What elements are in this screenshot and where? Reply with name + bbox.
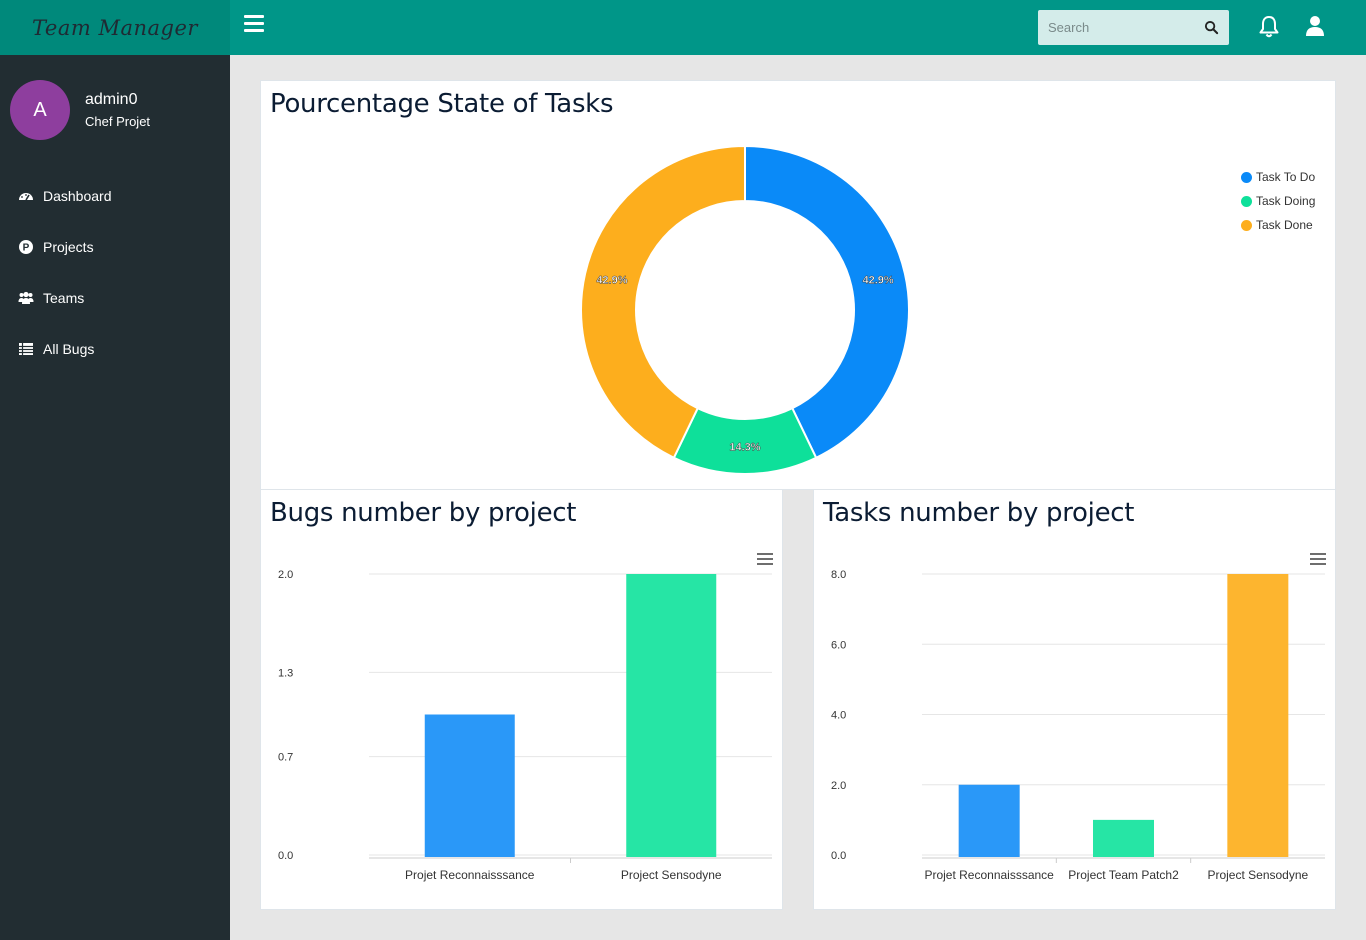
donut-chart: 42.9% 14.3% 42.9% (580, 144, 910, 475)
y-tick-label: 4.0 (831, 710, 846, 722)
legend-item-task-to-do[interactable]: Task To Do (1241, 165, 1315, 189)
x-tick-label: Projet Reconnaisssance (924, 868, 1054, 882)
donut-slice[interactable] (744, 144, 910, 460)
search-input[interactable] (1038, 10, 1198, 45)
donut-slice[interactable] (580, 144, 746, 460)
projects-icon: P (19, 240, 33, 254)
sidebar-item-projects[interactable]: P Projects (0, 227, 230, 267)
bar[interactable] (1227, 574, 1289, 857)
y-tick-label: 2.0 (831, 780, 846, 792)
chart-legend: Task To Do Task Doing Task Done (1241, 165, 1315, 237)
avatar[interactable]: A (10, 80, 70, 140)
x-tick-label: Project Sensodyne (621, 868, 722, 882)
y-tick-label: 0.0 (278, 850, 293, 862)
bugs-by-project-panel: Bugs number by project 0.0 0.7 1.3 2.0 Proje… (260, 489, 783, 910)
slice-data-label: 42.9% (862, 275, 893, 287)
users-icon (18, 291, 34, 304)
y-tick-label: 0.0 (831, 850, 846, 862)
y-tick-label: 8.0 (831, 569, 846, 581)
sidebar-item-label: Teams (43, 290, 85, 306)
tasks-state-panel: Pourcentage State of Tasks 42.9% 14.3% 42.… (260, 80, 1336, 490)
legend-dot (1241, 171, 1252, 183)
sidebar-item-label: Projects (43, 239, 94, 255)
bar[interactable] (424, 714, 515, 858)
dashboard-icon (19, 193, 33, 201)
y-tick-label: 2.0 (278, 569, 293, 581)
y-tick-label: 6.0 (831, 639, 846, 651)
x-tick-label: Project Team Patch2 (1068, 868, 1179, 882)
legend-item-task-doing[interactable]: Task Doing (1241, 189, 1315, 213)
sidebar-item-all-bugs[interactable]: All Bugs (0, 329, 230, 369)
sidebar-item-dashboard[interactable]: Dashboard (0, 176, 230, 216)
tasks-bar-chart: 0.0 2.0 4.0 6.0 8.0 Projet Reconnaisssance Pro… (831, 569, 1325, 882)
user-icon[interactable] (1305, 15, 1325, 37)
bar[interactable] (958, 784, 1020, 857)
avatar-initial: A (33, 98, 47, 121)
legend-item-task-done[interactable]: Task Done (1241, 213, 1315, 237)
user-name: admin0 (85, 91, 138, 108)
legend-dot (1241, 195, 1252, 207)
legend-label: Task To Do (1256, 170, 1316, 184)
x-tick-label: Project Sensodyne (1207, 868, 1308, 882)
search-box (1038, 10, 1229, 45)
list-icon (19, 343, 33, 355)
bar[interactable] (1093, 819, 1154, 857)
legend-label: Task Doing (1256, 194, 1316, 208)
slice-data-label: 14.3% (729, 442, 760, 454)
sidebar-item-label: All Bugs (43, 341, 95, 357)
sidebar: A admin0 Chef Projet Dashboard P Project… (0, 55, 230, 940)
bar[interactable] (626, 574, 717, 857)
brand-text: Team Manager (32, 15, 198, 40)
legend-dot (1241, 219, 1252, 231)
sidebar-item-teams[interactable]: Teams (0, 278, 230, 318)
search-icon[interactable] (1204, 20, 1219, 35)
x-tick-label: Projet Reconnaisssance (405, 868, 535, 882)
sidebar-item-label: Dashboard (43, 188, 112, 204)
slice-data-label: 42.9% (596, 275, 627, 287)
legend-label: Task Done (1256, 218, 1313, 232)
y-tick-label: 1.3 (278, 667, 293, 679)
tasks-by-project-panel: Tasks number by project 0.0 2.0 4.0 6.0 8.0 P… (813, 489, 1336, 910)
brand-logo[interactable]: Team Manager (0, 0, 230, 55)
bugs-bar-chart: 0.0 0.7 1.3 2.0 Projet Reconnaisssance Projec… (278, 569, 772, 882)
sidebar-toggle-icon[interactable] (244, 15, 264, 33)
y-tick-label: 0.7 (278, 752, 293, 764)
user-role: Chef Projet (85, 114, 151, 129)
svg-text:P: P (23, 243, 30, 254)
bell-icon[interactable] (1258, 15, 1280, 39)
top-bar: Team Manager (0, 0, 1366, 55)
